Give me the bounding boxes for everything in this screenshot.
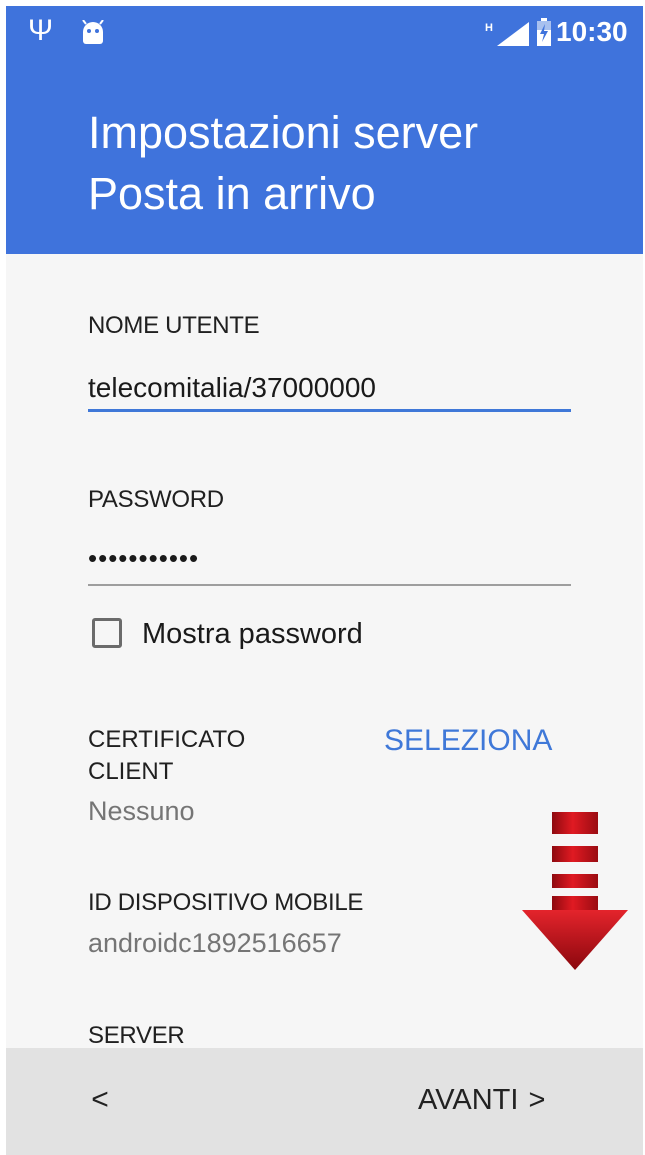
device-id-label: ID DISPOSITIVO MOBILE <box>88 889 364 916</box>
show-password-checkbox[interactable] <box>92 618 122 648</box>
client-certificate-label-line2: CLIENT <box>88 758 174 785</box>
page-title-line1: Impostazioni server <box>88 107 479 158</box>
signal-icon: H <box>485 22 529 46</box>
status-bar: Ψ H 10:30 <box>6 6 643 58</box>
password-field[interactable] <box>88 538 568 578</box>
client-certificate-label: CERTIFICATO CLIENT <box>88 724 245 788</box>
device-id-value: androidc1892516657 <box>88 928 342 958</box>
client-certificate-label-line1: CERTIFICATO <box>88 726 246 753</box>
usb-icon: Ψ <box>28 14 54 47</box>
page-title: Impostazioni server Posta in arrivo <box>88 102 478 224</box>
password-underline <box>88 584 571 586</box>
next-button-label: AVANTI <box>418 1084 519 1116</box>
back-button[interactable]: < <box>80 1078 120 1122</box>
bottom-nav-bar: < AVANTI > <box>6 1048 643 1155</box>
server-label: SERVER <box>88 1022 185 1049</box>
status-time: 10:30 <box>556 16 628 47</box>
android-icon <box>82 20 104 44</box>
username-field[interactable] <box>88 368 568 408</box>
network-type-label: H <box>485 22 493 34</box>
battery-charging-icon <box>537 18 551 46</box>
chevron-right-icon: > <box>528 1084 546 1116</box>
password-label: PASSWORD <box>88 486 224 513</box>
app-screen: Ψ H 10:30 Impostazioni server Posta in a… <box>6 6 643 1155</box>
page-title-line2: Posta in arrivo <box>88 168 376 219</box>
show-password-label[interactable]: Mostra password <box>142 618 363 651</box>
select-certificate-button[interactable]: SELEZIONA <box>384 724 552 758</box>
header: Ψ H 10:30 Impostazioni server Posta in a… <box>6 6 643 254</box>
username-underline <box>88 409 571 412</box>
down-arrow-icon <box>522 812 628 970</box>
username-label: NOME UTENTE <box>88 312 260 339</box>
client-certificate-value: Nessuno <box>88 796 195 826</box>
next-button[interactable]: AVANTI > <box>418 1078 545 1122</box>
